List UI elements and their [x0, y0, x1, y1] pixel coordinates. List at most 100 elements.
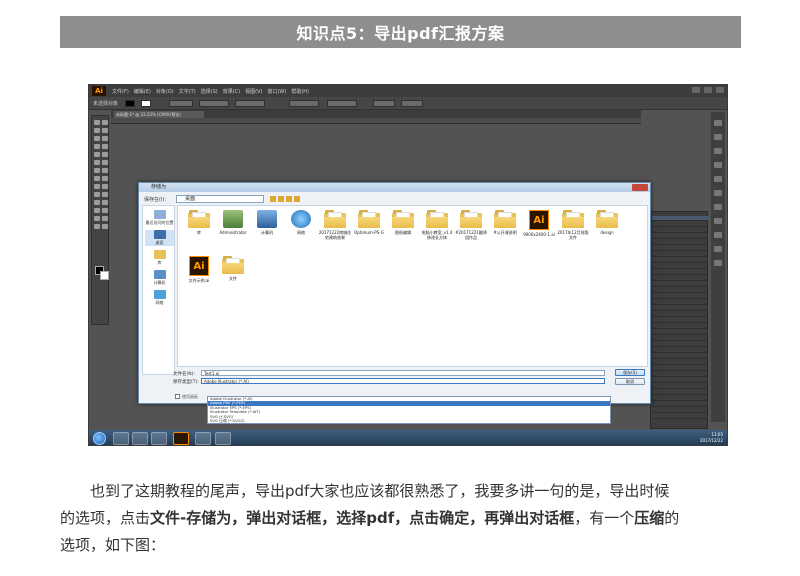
close-icon[interactable]	[716, 87, 724, 93]
nav-desktop[interactable]: 桌面	[145, 230, 174, 246]
brush-select[interactable]	[235, 100, 265, 107]
layer-row[interactable]	[652, 276, 708, 281]
layer-row[interactable]	[652, 258, 708, 263]
layer-row[interactable]	[652, 396, 708, 401]
maximize-icon[interactable]	[704, 87, 712, 93]
style-select[interactable]	[289, 100, 319, 107]
fill-swatch[interactable]	[125, 100, 135, 107]
hand-tool-icon[interactable]	[94, 224, 100, 229]
nav-recent[interactable]: 最近访问的位置	[145, 210, 174, 226]
menu-window[interactable]: 窗口(W)	[267, 88, 286, 95]
appearance-panel-icon[interactable]	[714, 218, 722, 224]
file-item[interactable]: 2017年12月排版文件	[556, 210, 590, 240]
chat-taskbar-icon[interactable]	[195, 432, 211, 445]
file-item[interactable]: 文件	[216, 256, 250, 281]
layer-row[interactable]	[652, 252, 708, 257]
layer-row[interactable]	[652, 288, 708, 293]
pencil-tool-icon[interactable]	[102, 152, 108, 157]
file-item[interactable]: 电脑小教室_v1.4修改长方体	[420, 210, 454, 240]
nav-network[interactable]: 网络	[145, 290, 174, 306]
menu-edit[interactable]: 编辑(E)	[134, 88, 151, 95]
gradient-panel-icon[interactable]	[714, 190, 722, 196]
perspective-grid-tool-icon[interactable]	[102, 184, 108, 189]
layer-row[interactable]	[652, 270, 708, 275]
up-folder-icon[interactable]	[278, 196, 284, 202]
ie-taskbar-icon[interactable]	[113, 432, 129, 445]
dialog-close-icon[interactable]	[632, 184, 648, 191]
magic-wand-tool-icon[interactable]	[94, 128, 100, 133]
layer-row[interactable]	[652, 294, 708, 299]
color-panel-icon[interactable]	[714, 120, 722, 126]
filetype-select[interactable]: Adobe Illustrator (*.AI)	[201, 378, 605, 384]
layers-panel-icon[interactable]	[714, 246, 722, 252]
save-button[interactable]: 保存(S)	[615, 369, 645, 376]
layer-row[interactable]	[652, 264, 708, 269]
menu-help[interactable]: 帮助(H)	[291, 88, 309, 95]
menu-object[interactable]: 对象(O)	[156, 88, 174, 95]
doc-setup-button[interactable]	[373, 100, 395, 107]
file-item[interactable]: 计算机	[250, 210, 284, 235]
layer-row[interactable]	[652, 216, 708, 221]
layer-row[interactable]	[652, 246, 708, 251]
minimize-icon[interactable]	[692, 87, 700, 93]
variable-width[interactable]	[199, 100, 229, 107]
slice-tool-icon[interactable]	[102, 216, 108, 221]
layer-row[interactable]	[652, 408, 708, 413]
menu-effect[interactable]: 效果(C)	[223, 88, 240, 95]
mesh-tool-icon[interactable]	[94, 192, 100, 197]
file-item[interactable]: 库	[182, 210, 216, 235]
direct-selection-tool-icon[interactable]	[102, 120, 108, 125]
layer-row[interactable]	[652, 384, 708, 389]
layer-row[interactable]	[652, 372, 708, 377]
menu-file[interactable]: 文件(F)	[112, 88, 129, 95]
layer-row[interactable]	[652, 234, 708, 239]
layer-row[interactable]	[652, 240, 708, 245]
layer-row[interactable]	[652, 348, 708, 353]
layer-row[interactable]	[652, 300, 708, 305]
layer-row[interactable]	[652, 390, 708, 395]
cancel-button[interactable]: 取消	[615, 378, 645, 385]
selection-tool-icon[interactable]	[94, 120, 100, 125]
document-tab[interactable]: 未标题-1* @ 33.33% (CMYK/预览)	[114, 111, 204, 118]
illustrator-taskbar-icon[interactable]	[173, 432, 189, 445]
app-taskbar-icon[interactable]	[151, 432, 167, 445]
file-item[interactable]: 20171222南城住宅建筑效果	[318, 210, 352, 240]
menu-view[interactable]: 视图(V)	[245, 88, 262, 95]
zoom-tool-icon[interactable]	[102, 224, 108, 229]
brush-tool-icon[interactable]	[94, 152, 100, 157]
artboard-tool-icon[interactable]	[94, 216, 100, 221]
layer-row[interactable]	[652, 318, 708, 323]
opacity-select[interactable]	[327, 100, 357, 107]
blend-tool-icon[interactable]	[102, 200, 108, 205]
app-taskbar-icon[interactable]	[215, 432, 231, 445]
free-transform-tool-icon[interactable]	[102, 176, 108, 181]
layer-row[interactable]	[652, 306, 708, 311]
layer-row[interactable]	[652, 282, 708, 287]
transparency-panel-icon[interactable]	[714, 204, 722, 210]
symbols-panel-icon[interactable]	[714, 162, 722, 168]
system-clock[interactable]: 13:05 2017/12/22	[700, 432, 723, 444]
menu-select[interactable]: 选择(S)	[201, 88, 218, 95]
stroke-panel-icon[interactable]	[714, 176, 722, 182]
start-button-icon[interactable]	[93, 432, 106, 445]
layer-row[interactable]	[652, 360, 708, 365]
file-item[interactable]: Ai 9000x2400-1.ai	[522, 210, 556, 237]
layer-row[interactable]	[652, 378, 708, 383]
layer-row[interactable]	[652, 312, 708, 317]
layer-row[interactable]	[652, 414, 708, 419]
scale-tool-icon[interactable]	[102, 168, 108, 173]
shape-builder-tool-icon[interactable]	[94, 184, 100, 189]
view-menu-icon[interactable]	[294, 196, 300, 202]
layer-row[interactable]	[652, 336, 708, 341]
layer-row[interactable]	[652, 330, 708, 335]
back-icon[interactable]	[270, 196, 276, 202]
layer-row[interactable]	[652, 402, 708, 407]
line-tool-icon[interactable]	[94, 144, 100, 149]
type-tool-icon[interactable]	[102, 136, 108, 141]
nav-libraries[interactable]: 库	[145, 250, 174, 266]
eyedropper-tool-icon[interactable]	[94, 200, 100, 205]
symbol-sprayer-tool-icon[interactable]	[94, 208, 100, 213]
layer-row[interactable]	[652, 228, 708, 233]
new-folder-icon[interactable]	[286, 196, 292, 202]
file-item[interactable]: Optimum-PS-G	[352, 210, 386, 235]
